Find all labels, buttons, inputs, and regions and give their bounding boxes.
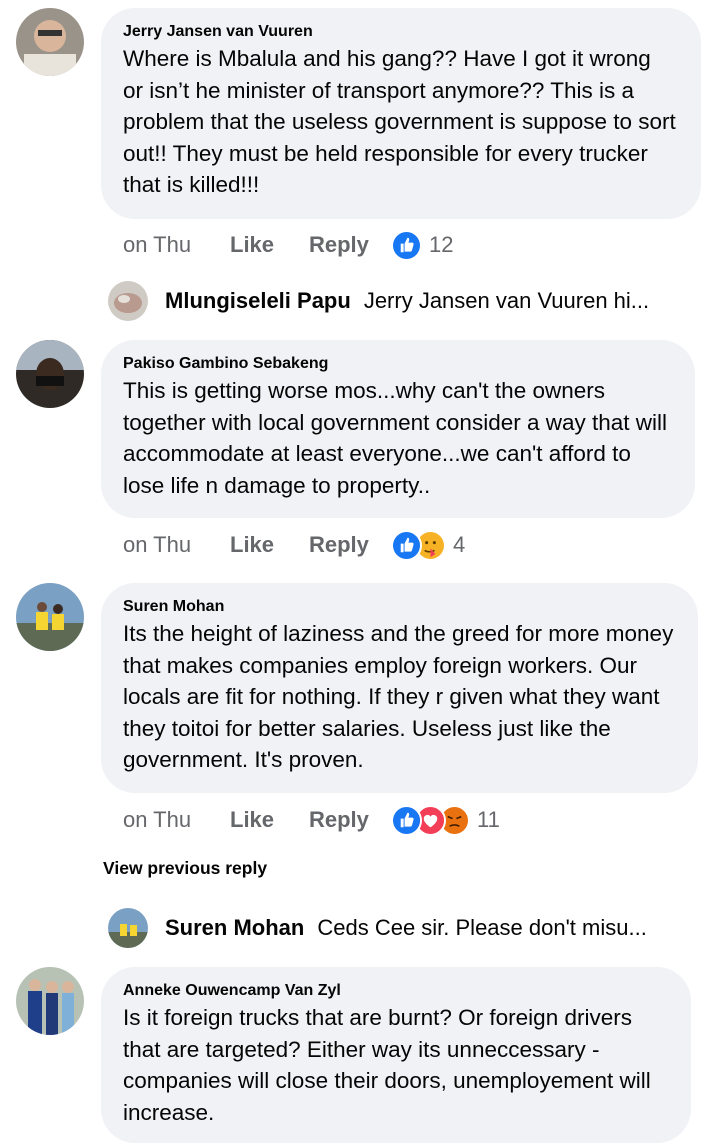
- comment-author[interactable]: Jerry Jansen van Vuuren: [123, 21, 677, 43]
- comment-text: Its the height of laziness and the greed…: [123, 621, 674, 772]
- reaction-count: 11: [477, 807, 500, 832]
- collapsed-reply[interactable]: Suren Mohan Ceds Cee sir. Please don't m…: [108, 908, 647, 948]
- comment-time[interactable]: on Thu: [123, 807, 230, 833]
- comment-author[interactable]: Suren Mohan: [123, 596, 674, 618]
- comment-text: This is getting worse mos...why can't th…: [123, 378, 668, 498]
- reaction-count: 12: [429, 232, 454, 257]
- reply-button[interactable]: Reply: [309, 232, 391, 258]
- avatar: [108, 908, 148, 948]
- reactions[interactable]: 11: [391, 804, 500, 836]
- avatar[interactable]: [16, 8, 84, 76]
- reaction-count: 4: [453, 532, 466, 557]
- comment-bubble: Pakiso Gambino Sebakeng This is getting …: [101, 340, 695, 518]
- like-button[interactable]: Like: [230, 532, 309, 558]
- avatar[interactable]: [16, 340, 84, 408]
- comment-bubble: Anneke Ouwencamp Van Zyl Is it foreign t…: [101, 967, 691, 1143]
- collapsed-reply[interactable]: Mlungiseleli Papu Jerry Jansen van Vuure…: [108, 281, 649, 321]
- like-button[interactable]: Like: [230, 232, 309, 258]
- comment-text: Where is Mbalula and his gang?? Have I g…: [123, 46, 676, 197]
- view-previous-reply-link[interactable]: View previous reply: [103, 858, 267, 879]
- comment-time[interactable]: on Thu: [123, 232, 230, 258]
- reply-author[interactable]: Suren Mohan: [165, 915, 304, 941]
- like-button[interactable]: Like: [230, 807, 309, 833]
- reply-button[interactable]: Reply: [309, 807, 391, 833]
- avatar[interactable]: [16, 583, 84, 651]
- thumbs-up-icon: [391, 529, 422, 561]
- avatar: [108, 281, 148, 321]
- comment-actions: on Thu Like Reply 11: [123, 804, 500, 836]
- reply-author[interactable]: Mlungiseleli Papu: [165, 288, 351, 314]
- reply-button[interactable]: Reply: [309, 532, 391, 558]
- reply-preview: Ceds Cee sir. Please don't misu...: [317, 915, 647, 940]
- reactions[interactable]: 12: [391, 229, 454, 261]
- thumbs-up-icon: [391, 804, 422, 836]
- comment-author[interactable]: Pakiso Gambino Sebakeng: [123, 353, 671, 375]
- thumbs-up-icon: [391, 229, 422, 261]
- comment-bubble: Suren Mohan Its the height of laziness a…: [101, 583, 698, 793]
- comment-bubble: Jerry Jansen van Vuuren Where is Mbalula…: [101, 8, 701, 219]
- comment-author[interactable]: Anneke Ouwencamp Van Zyl: [123, 980, 667, 1002]
- comment-actions: on Thu Like Reply 12: [123, 229, 453, 261]
- comment-actions: on Thu Like Reply 4: [123, 529, 465, 561]
- comment-time[interactable]: on Thu: [123, 532, 230, 558]
- reply-preview: Jerry Jansen van Vuuren hi...: [363, 288, 650, 313]
- comment-text: Is it foreign trucks that are burnt? Or …: [123, 1005, 651, 1125]
- avatar[interactable]: [16, 967, 84, 1035]
- reactions[interactable]: 4: [391, 529, 466, 561]
